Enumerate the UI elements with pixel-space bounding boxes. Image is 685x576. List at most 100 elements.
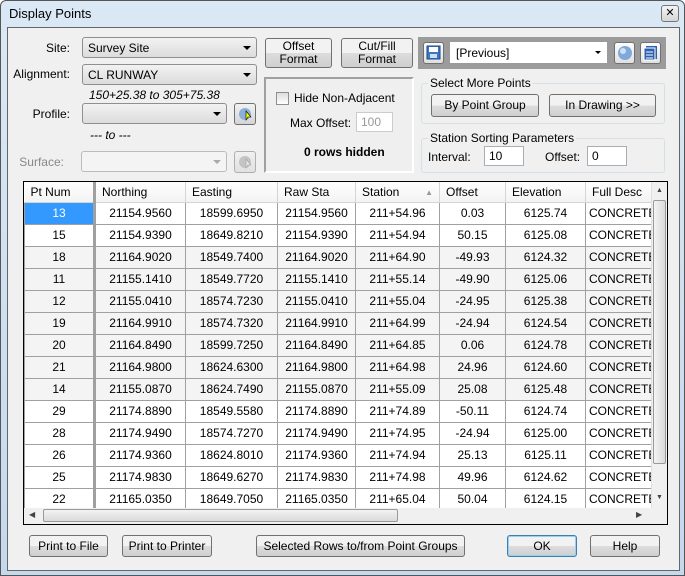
cell-raw-sta[interactable]: 21174.8890 <box>277 400 356 423</box>
cell-station[interactable]: 211+64.90 <box>355 246 440 269</box>
cell-full-desc[interactable]: CONCRETE <box>584 378 660 401</box>
cell-offset[interactable]: -24.94 <box>439 312 506 335</box>
cell-station[interactable]: 211+64.85 <box>355 334 440 357</box>
cell-station[interactable]: 211+64.99 <box>355 312 440 335</box>
column-header-raw-sta[interactable]: Raw Sta <box>277 182 356 203</box>
column-header-offset[interactable]: Offset <box>439 182 506 203</box>
cell-easting[interactable]: 18649.6270 <box>185 466 278 489</box>
scroll-right-icon[interactable]: ▶ <box>636 510 642 519</box>
cell-elevation[interactable]: 6125.06 <box>505 268 586 291</box>
vertical-scrollbar[interactable]: ▲ ▼ <box>651 182 667 508</box>
table-row[interactable]: 13 21154.9560 18599.6950 21154.9560 211+54.9… <box>24 202 660 225</box>
cell-raw-sta[interactable]: 21154.9560 <box>277 202 356 225</box>
cell-easting[interactable]: 18574.7230 <box>185 290 278 313</box>
cell-station[interactable]: 211+65.04 <box>355 488 440 511</box>
cell-offset[interactable]: 24.96 <box>439 356 506 379</box>
cell-elevation[interactable]: 6125.74 <box>505 202 586 225</box>
cell-elevation[interactable]: 6125.48 <box>505 378 586 401</box>
table-row[interactable]: 11 21155.1410 18549.7720 21155.1410 211+55.1… <box>24 268 660 291</box>
cell-northing[interactable]: 21164.9020 <box>94 246 186 269</box>
column-header-full-desc[interactable]: Full Desc <box>585 182 660 203</box>
cell-easting[interactable]: 18549.7400 <box>185 246 278 269</box>
cell-northing[interactable]: 21174.9490 <box>94 422 186 445</box>
manage-settings-button[interactable] <box>640 42 661 64</box>
cell-northing[interactable]: 21154.9560 <box>94 202 186 225</box>
cell-offset[interactable]: -49.90 <box>439 268 506 291</box>
cell-raw-sta[interactable]: 21164.8490 <box>277 334 356 357</box>
cell-offset[interactable]: 0.03 <box>439 202 506 225</box>
cell-raw-sta[interactable]: 21164.9910 <box>277 312 356 335</box>
cell-station[interactable]: 211+55.04 <box>355 290 440 313</box>
help-button[interactable]: Help <box>590 535 660 557</box>
cell-elevation[interactable]: 6124.15 <box>505 488 586 511</box>
cell-pt-num[interactable]: 29 <box>24 400 96 423</box>
cell-northing[interactable]: 21174.9360 <box>94 444 186 467</box>
cell-offset[interactable]: 0.06 <box>439 334 506 357</box>
print-to-printer-button[interactable]: Print to Printer <box>122 535 212 557</box>
cell-easting[interactable]: 18624.7490 <box>185 378 278 401</box>
cell-raw-sta[interactable]: 21164.9020 <box>277 246 356 269</box>
cell-raw-sta[interactable]: 21174.9490 <box>277 422 356 445</box>
cell-northing[interactable]: 21174.8890 <box>94 400 186 423</box>
cell-elevation[interactable]: 6124.78 <box>505 334 586 357</box>
table-row[interactable]: 15 21154.9390 18649.8210 21154.9390 211+54.9… <box>24 224 660 247</box>
max-offset-input[interactable]: 100 <box>356 112 393 132</box>
cell-station[interactable]: 211+64.98 <box>355 356 440 379</box>
cell-pt-num[interactable]: 21 <box>24 356 96 379</box>
save-button[interactable] <box>423 42 444 64</box>
cell-station[interactable]: 211+74.89 <box>355 400 440 423</box>
cell-pt-num[interactable]: 15 <box>24 224 96 247</box>
horizontal-scroll-thumb[interactable] <box>43 509 398 522</box>
alignment-dropdown[interactable]: CL RUNWAY <box>82 64 257 85</box>
cell-raw-sta[interactable]: 21154.9390 <box>277 224 356 247</box>
cell-pt-num[interactable]: 11 <box>24 268 96 291</box>
cell-full-desc[interactable]: CONCRETE <box>584 400 660 423</box>
cell-easting[interactable]: 18599.6950 <box>185 202 278 225</box>
new-settings-button[interactable] <box>614 42 635 64</box>
cell-pt-num[interactable]: 26 <box>24 444 96 467</box>
cutfill-format-button[interactable]: Cut/Fill Format <box>341 38 413 68</box>
horizontal-scrollbar[interactable]: ◀ ▶ <box>24 508 667 524</box>
cell-offset[interactable]: 49.96 <box>439 466 506 489</box>
cell-offset[interactable]: -24.94 <box>439 422 506 445</box>
ok-button[interactable]: OK <box>507 535 577 557</box>
scroll-left-icon[interactable]: ◀ <box>29 510 35 519</box>
cell-elevation[interactable]: 6124.74 <box>505 400 586 423</box>
cell-elevation[interactable]: 6125.08 <box>505 224 586 247</box>
cell-easting[interactable]: 18624.6300 <box>185 356 278 379</box>
table-row[interactable]: 20 21164.8490 18599.7250 21164.8490 211+64.8… <box>24 334 660 357</box>
cell-pt-num[interactable]: 14 <box>24 378 96 401</box>
cell-elevation[interactable]: 6124.62 <box>505 466 586 489</box>
cell-easting[interactable]: 18649.8210 <box>185 224 278 247</box>
cell-raw-sta[interactable]: 21165.0350 <box>277 488 356 511</box>
table-row[interactable]: 18 21164.9020 18549.7400 21164.9020 211+64.9… <box>24 246 660 269</box>
cell-easting[interactable]: 18574.7320 <box>185 312 278 335</box>
cell-northing[interactable]: 21155.0410 <box>94 290 186 313</box>
cell-full-desc[interactable]: CONCRETE <box>584 312 660 335</box>
cell-offset[interactable]: 50.15 <box>439 224 506 247</box>
cell-pt-num[interactable]: 19 <box>24 312 96 335</box>
cell-northing[interactable]: 21165.0350 <box>94 488 186 511</box>
table-row[interactable]: 29 21174.8890 18549.5580 21174.8890 211+74.8… <box>24 400 660 423</box>
cell-full-desc[interactable]: CONCRETE <box>584 290 660 313</box>
cell-northing[interactable]: 21164.8490 <box>94 334 186 357</box>
cell-elevation[interactable]: 6124.60 <box>505 356 586 379</box>
cell-offset[interactable]: 50.04 <box>439 488 506 511</box>
cell-full-desc[interactable]: CONCRETE <box>584 444 660 467</box>
column-header-elevation[interactable]: Elevation <box>505 182 586 203</box>
cell-offset[interactable]: 25.13 <box>439 444 506 467</box>
cell-full-desc[interactable]: CONCRETE <box>584 488 660 511</box>
cell-northing[interactable]: 21164.9800 <box>94 356 186 379</box>
in-drawing-button[interactable]: In Drawing >> <box>549 94 656 117</box>
table-row[interactable]: 19 21164.9910 18574.7320 21164.9910 211+64.9… <box>24 312 660 335</box>
cell-pt-num[interactable]: 20 <box>24 334 96 357</box>
cell-northing[interactable]: 21164.9910 <box>94 312 186 335</box>
table-row[interactable]: 12 21155.0410 18574.7230 21155.0410 211+55.0… <box>24 290 660 313</box>
cell-station[interactable]: 211+54.96 <box>355 202 440 225</box>
cell-easting[interactable]: 18574.7270 <box>185 422 278 445</box>
close-icon[interactable]: ✕ <box>661 5 679 22</box>
pick-surface-button[interactable] <box>234 151 256 173</box>
by-point-group-button[interactable]: By Point Group <box>431 94 539 117</box>
saved-settings-dropdown[interactable]: [Previous] <box>450 42 607 63</box>
column-header-easting[interactable]: Easting <box>185 182 278 203</box>
